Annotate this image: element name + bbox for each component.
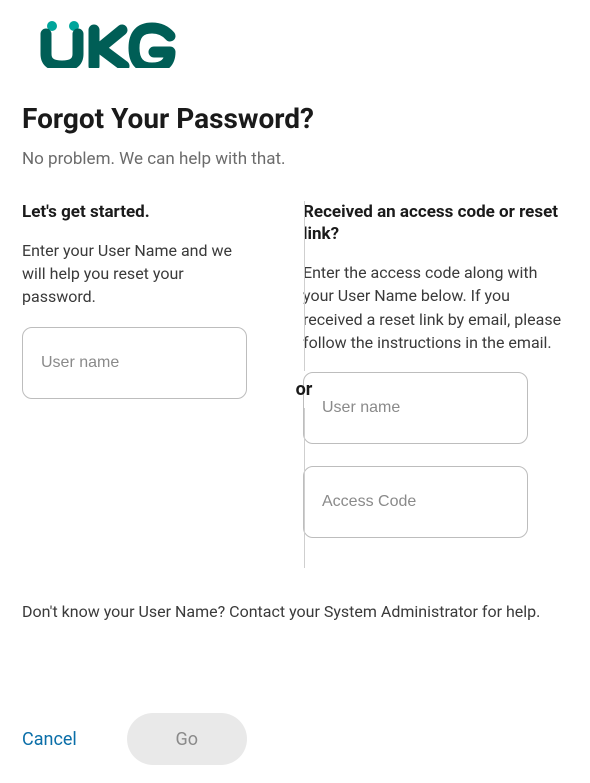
ukg-logo: [22, 20, 568, 72]
column-divider: or: [284, 201, 324, 580]
cancel-button[interactable]: Cancel: [22, 729, 77, 750]
username-input-right[interactable]: [303, 372, 528, 444]
right-text: Enter the access code along with your Us…: [303, 261, 568, 354]
username-input[interactable]: [22, 327, 247, 399]
two-column-layout: Let's get started. Enter your User Name …: [22, 201, 568, 560]
access-code-input[interactable]: [303, 466, 528, 538]
page-title: Forgot Your Password?: [22, 102, 568, 135]
username-section: Let's get started. Enter your User Name …: [22, 201, 267, 560]
footer-actions: Cancel Go: [22, 713, 247, 765]
right-heading: Received an access code or reset link?: [303, 201, 568, 245]
helper-text: Don't know your User Name? Contact your …: [22, 600, 568, 623]
left-text: Enter your User Name and we will help yo…: [22, 239, 249, 309]
or-label: or: [296, 371, 313, 408]
left-heading: Let's get started.: [22, 201, 249, 223]
page-subtitle: No problem. We can help with that.: [22, 149, 568, 169]
go-button[interactable]: Go: [127, 713, 247, 765]
